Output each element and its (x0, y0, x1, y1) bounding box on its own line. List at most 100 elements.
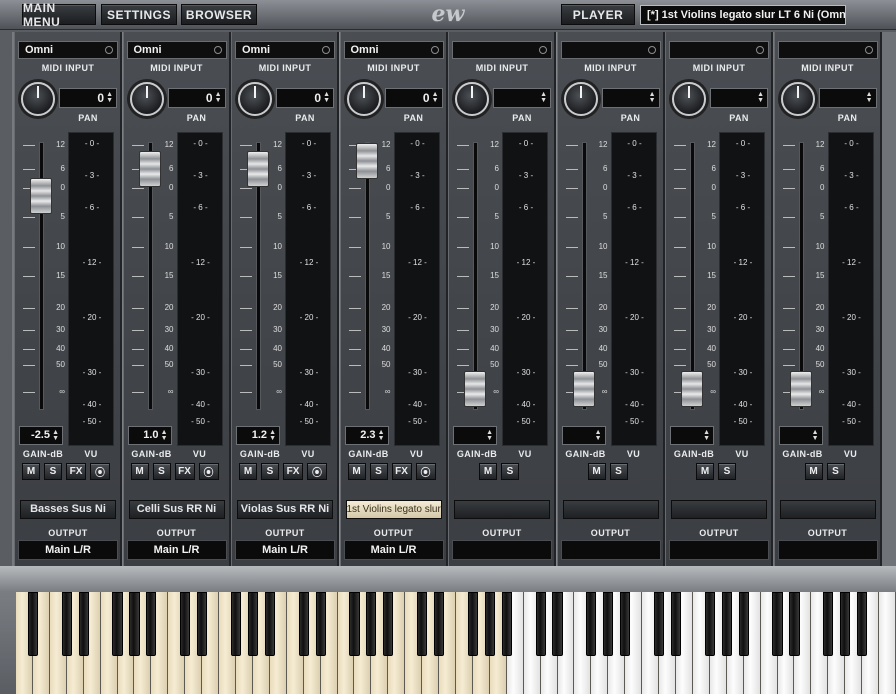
patch-name-button[interactable]: Violas Sus RR Ni (237, 500, 333, 519)
mute-button[interactable]: M (239, 463, 257, 480)
solo-button[interactable]: S (501, 463, 519, 480)
pan-knob[interactable] (780, 82, 815, 116)
gain-fader-handle[interactable] (572, 370, 595, 407)
spinner-arrows-icon[interactable]: ▲ ▼ (866, 91, 873, 104)
gain-field[interactable]: 2.3 ▲ ▼ (344, 426, 389, 445)
output-select[interactable] (777, 540, 878, 560)
output-select[interactable]: Main L/R (235, 540, 335, 560)
black-key[interactable] (383, 592, 394, 656)
spinner-arrows-icon[interactable]: ▲ ▼ (161, 429, 168, 442)
spinner-arrows-icon[interactable]: ▲ ▼ (52, 429, 59, 442)
black-key[interactable] (738, 592, 749, 656)
black-key[interactable] (467, 592, 478, 656)
pan-knob[interactable] (238, 82, 272, 116)
gain-fader-handle[interactable] (681, 370, 703, 407)
player-button[interactable]: PLAYER (561, 4, 635, 25)
midi-input-select[interactable]: Omni (343, 41, 444, 59)
black-key[interactable] (535, 592, 546, 656)
black-key[interactable] (434, 592, 445, 656)
black-key[interactable] (315, 592, 326, 656)
gain-field[interactable]: 1.0 ▲ ▼ (127, 426, 172, 445)
output-select[interactable]: Main L/R (343, 540, 444, 560)
spinner-arrows-icon[interactable]: ▲ ▼ (812, 429, 819, 442)
pan-knob[interactable] (21, 82, 55, 116)
gain-fader-handle[interactable] (464, 370, 486, 407)
pan-field[interactable]: 0 ▲ ▼ (276, 88, 334, 108)
mute-button[interactable]: M (347, 463, 366, 480)
pan-field[interactable]: 0 ▲ ▼ (59, 88, 117, 108)
black-key[interactable] (27, 592, 38, 656)
black-key[interactable] (484, 592, 495, 656)
patch-name-button[interactable] (671, 500, 767, 519)
black-key[interactable] (823, 592, 834, 656)
midi-input-select[interactable]: Omni (18, 41, 118, 59)
spinner-arrows-icon[interactable]: ▲ ▼ (269, 429, 276, 442)
spinner-arrows-icon[interactable]: ▲ ▼ (215, 91, 222, 104)
gain-fader-handle[interactable] (355, 142, 378, 179)
pan-field[interactable]: 0 ▲ ▼ (167, 88, 226, 108)
eq-sliders-icon[interactable]: ⦿ (307, 463, 327, 480)
browser-button[interactable]: BROWSER (181, 4, 257, 25)
spinner-arrows-icon[interactable]: ▲ ▼ (106, 91, 113, 104)
output-select[interactable] (560, 540, 661, 560)
spinner-arrows-icon[interactable]: ▲ ▼ (486, 429, 493, 442)
main-menu-button[interactable]: MAIN MENU (22, 1, 96, 29)
midi-input-select[interactable] (777, 41, 878, 59)
black-key[interactable] (417, 592, 428, 656)
pan-field[interactable]: ▲ ▼ (818, 88, 877, 108)
pan-field[interactable]: 0 ▲ ▼ (384, 88, 443, 108)
output-select[interactable] (452, 540, 552, 560)
black-key[interactable] (501, 592, 512, 656)
black-key[interactable] (603, 592, 614, 656)
gain-field[interactable]: ▲ ▼ (561, 426, 606, 445)
output-select[interactable]: Main L/R (18, 540, 118, 560)
solo-button[interactable]: S (152, 463, 171, 480)
patch-name-button[interactable]: 1st Violins legato slur... (345, 500, 442, 519)
fx-button[interactable]: FX (66, 463, 86, 480)
black-key[interactable] (789, 592, 800, 656)
gain-fader-handle[interactable] (789, 370, 812, 407)
gain-fader-handle[interactable] (247, 150, 269, 187)
black-key[interactable] (78, 592, 89, 656)
gain-field[interactable]: ▲ ▼ (453, 426, 497, 445)
pan-knob[interactable] (672, 82, 706, 116)
black-key[interactable] (620, 592, 631, 656)
black-key[interactable] (247, 592, 258, 656)
mute-button[interactable]: M (479, 463, 497, 480)
midi-input-select[interactable] (669, 41, 769, 59)
pan-field[interactable]: ▲ ▼ (601, 88, 660, 108)
patch-name-button[interactable] (562, 500, 659, 519)
solo-button[interactable]: S (261, 463, 279, 480)
instrument-selector[interactable]: [*] 1st Violins legato slur LT 6 Ni (Omn… (640, 5, 846, 25)
spinner-arrows-icon[interactable]: ▲ ▼ (757, 91, 764, 104)
mute-button[interactable]: M (804, 463, 823, 480)
mute-button[interactable]: M (22, 463, 40, 480)
gain-field[interactable]: 1.2 ▲ ▼ (236, 426, 280, 445)
mute-button[interactable]: M (696, 463, 714, 480)
spinner-arrows-icon[interactable]: ▲ ▼ (378, 429, 385, 442)
patch-name-button[interactable] (454, 500, 550, 519)
black-key[interactable] (298, 592, 309, 656)
black-key[interactable] (197, 592, 208, 656)
pan-field[interactable]: ▲ ▼ (493, 88, 551, 108)
solo-button[interactable]: S (44, 463, 62, 480)
midi-input-select[interactable] (560, 41, 661, 59)
black-key[interactable] (61, 592, 72, 656)
black-key[interactable] (721, 592, 732, 656)
white-key[interactable] (879, 592, 896, 694)
black-key[interactable] (840, 592, 851, 656)
black-key[interactable] (180, 592, 191, 656)
pan-knob[interactable] (563, 82, 598, 116)
black-key[interactable] (146, 592, 157, 656)
black-key[interactable] (586, 592, 597, 656)
black-key[interactable] (129, 592, 140, 656)
solo-button[interactable]: S (826, 463, 845, 480)
black-key[interactable] (654, 592, 665, 656)
gain-field[interactable]: ▲ ▼ (778, 426, 823, 445)
fx-button[interactable]: FX (283, 463, 303, 480)
midi-input-select[interactable]: Omni (235, 41, 335, 59)
mute-button[interactable]: M (130, 463, 149, 480)
patch-name-button[interactable]: Basses Sus Ni (20, 500, 116, 519)
black-key[interactable] (230, 592, 242, 656)
black-key[interactable] (349, 592, 360, 656)
